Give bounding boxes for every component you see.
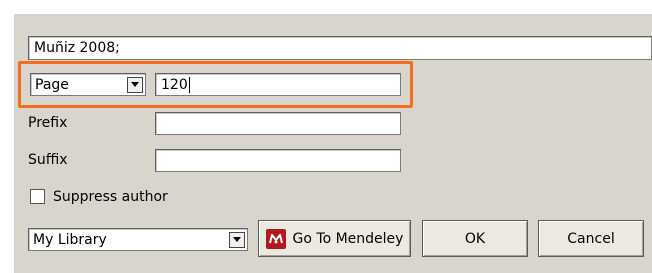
locator-value-field[interactable]: 120 — [155, 73, 401, 96]
cancel-label: Cancel — [567, 230, 615, 247]
suffix-field[interactable] — [155, 149, 401, 172]
chevron-down-icon[interactable] — [229, 231, 245, 248]
mendeley-logo-icon — [265, 228, 286, 249]
go-to-mendeley-button[interactable]: Go To Mendeley — [258, 220, 411, 257]
go-to-mendeley-label: Go To Mendeley — [292, 230, 404, 247]
library-value: My Library — [33, 231, 107, 248]
text-caret — [188, 77, 190, 93]
prefix-field[interactable] — [155, 112, 401, 135]
prefix-label: Prefix — [28, 115, 68, 131]
ok-button[interactable]: OK — [422, 220, 528, 257]
suppress-author-label: Suppress author — [53, 189, 168, 205]
locator-type-select[interactable]: Page — [30, 73, 146, 96]
chevron-down-icon[interactable] — [127, 76, 143, 93]
citation-options-dialog: Muñiz 2008; Page 120 Prefix Suffix Suppr… — [14, 14, 652, 273]
suffix-label: Suffix — [28, 152, 68, 168]
locator-value-text: 120 — [161, 77, 188, 93]
citation-text: Muñiz 2008; — [34, 40, 120, 56]
suppress-author-checkbox[interactable] — [30, 189, 45, 204]
citation-field[interactable]: Muñiz 2008; — [28, 36, 652, 60]
ok-label: OK — [464, 230, 486, 247]
locator-type-value: Page — [35, 76, 69, 93]
cancel-button[interactable]: Cancel — [538, 220, 644, 257]
library-select[interactable]: My Library — [28, 228, 248, 251]
